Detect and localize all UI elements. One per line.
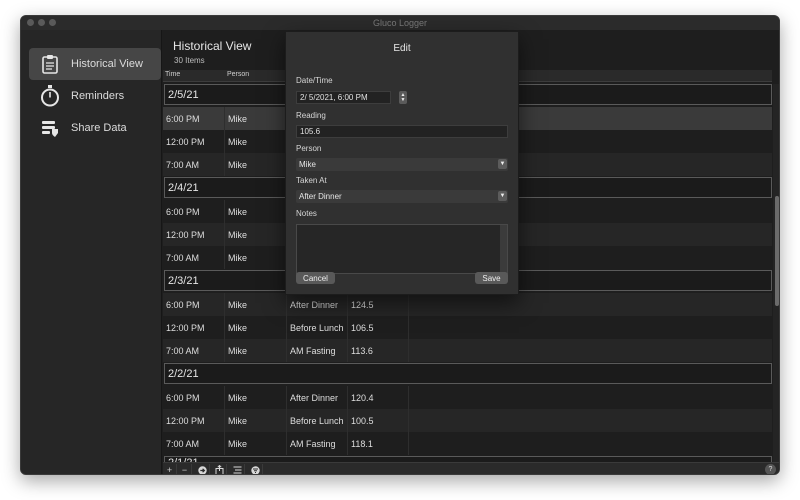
minimize-window-button[interactable] [38, 19, 45, 26]
table-row[interactable]: 7:00 AM Mike AM Fasting 118.1 [163, 432, 772, 455]
reading-label: Reading [296, 111, 326, 120]
window-controls [27, 19, 56, 26]
taken-cell: AM Fasting [287, 432, 348, 455]
person-select[interactable]: Mike ▼ [296, 158, 508, 171]
notes-scrollbar[interactable] [500, 225, 507, 273]
table-row[interactable]: 12:00 PM Mike Before Lunch 100.5 [163, 409, 772, 432]
time-cell: 6:00 PM [163, 293, 225, 316]
column-header-person[interactable]: Person [227, 71, 249, 78]
table-row[interactable]: 12:00 PM Mike Before Lunch 106.5 [163, 316, 772, 339]
time-cell: 6:00 PM [163, 200, 225, 223]
list-icon[interactable] [231, 464, 245, 474]
person-label: Person [296, 144, 322, 153]
save-button[interactable]: Save [475, 272, 508, 284]
datetime-stepper[interactable]: ▲ ▼ [399, 91, 407, 104]
person-select-value: Mike [299, 160, 316, 169]
reading-cell: 113.6 [348, 339, 409, 362]
person-cell: Mike [225, 200, 287, 223]
column-header-time[interactable]: Time [165, 71, 180, 78]
time-cell: 12:00 PM [163, 223, 225, 246]
edit-sheet: Edit Date/Time 2/ 5/2021, 6:00 PM ▲ ▼ Re… [285, 31, 519, 295]
share-data-icon [35, 113, 65, 143]
page-title: Historical View [173, 39, 252, 53]
scrollbar-thumb[interactable] [775, 196, 779, 306]
time-cell: 7:00 AM [163, 432, 225, 455]
app-window: Gluco Logger Historical View Reminders S… [20, 15, 780, 475]
person-cell: Mike [225, 339, 287, 362]
person-cell: Mike [225, 130, 287, 153]
chevron-down-icon: ▼ [498, 191, 507, 201]
bottom-toolbar: + − ? [163, 462, 779, 474]
stepper-down-icon[interactable]: ▼ [401, 97, 406, 103]
person-cell: Mike [225, 386, 287, 409]
sidebar-item-label: Historical View [71, 58, 143, 70]
time-cell: 12:00 PM [163, 316, 225, 339]
time-cell: 7:00 AM [163, 246, 225, 269]
reading-cell: 118.1 [348, 432, 409, 455]
time-cell: 12:00 PM [163, 130, 225, 153]
person-cell: Mike [225, 223, 287, 246]
close-window-button[interactable] [27, 19, 34, 26]
taken-cell: Before Lunch [287, 409, 348, 432]
datetime-field[interactable]: 2/ 5/2021, 6:00 PM [296, 91, 391, 104]
taken-at-select[interactable]: After Dinner ▼ [296, 190, 508, 203]
filter-icon[interactable] [249, 464, 263, 474]
add-button[interactable]: + [163, 464, 177, 474]
sidebar-item-reminders[interactable]: Reminders [29, 80, 161, 112]
person-cell: Mike [225, 107, 287, 130]
time-cell: 7:00 AM [163, 153, 225, 176]
taken-cell: After Dinner [287, 386, 348, 409]
person-cell: Mike [225, 316, 287, 339]
table-scrollbar[interactable] [773, 84, 779, 474]
time-cell: 6:00 PM [163, 386, 225, 409]
taken-cell: Before Lunch [287, 316, 348, 339]
title-bar: Gluco Logger [21, 16, 779, 30]
time-cell: 6:00 PM [163, 107, 225, 130]
notes-textarea[interactable] [296, 224, 508, 274]
table-row[interactable]: 7:00 AM Mike AM Fasting 113.6 [163, 339, 772, 362]
window-title: Gluco Logger [372, 18, 428, 28]
sidebar: Historical View Reminders Share Data [21, 30, 162, 474]
share-icon[interactable] [213, 464, 227, 474]
person-cell: Mike [225, 409, 287, 432]
arrow-right-circle-icon[interactable] [196, 464, 210, 474]
reading-cell: 100.5 [348, 409, 409, 432]
cancel-button[interactable]: Cancel [296, 272, 335, 284]
date-group-header: 2/2/21 [164, 363, 772, 384]
reading-cell: 106.5 [348, 316, 409, 339]
item-count: 30 Items [174, 56, 205, 65]
sidebar-item-historical-view[interactable]: Historical View [29, 48, 161, 80]
help-button[interactable]: ? [765, 464, 776, 474]
remove-button[interactable]: − [178, 464, 192, 474]
zoom-window-button[interactable] [49, 19, 56, 26]
taken-cell: AM Fasting [287, 339, 348, 362]
edit-sheet-title: Edit [393, 43, 411, 54]
clipboard-icon [35, 49, 65, 79]
person-cell: Mike [225, 293, 287, 316]
sidebar-item-label: Share Data [71, 122, 127, 134]
taken-cell: After Dinner [287, 293, 348, 316]
taken-at-label: Taken At [296, 176, 327, 185]
datetime-label: Date/Time [296, 76, 333, 85]
notes-label: Notes [296, 209, 317, 218]
reading-cell: 124.5 [348, 293, 409, 316]
person-cell: Mike [225, 153, 287, 176]
time-cell: 7:00 AM [163, 339, 225, 362]
table-row[interactable]: 6:00 PM Mike After Dinner 124.5 [163, 293, 772, 316]
chevron-down-icon: ▼ [498, 159, 507, 169]
person-cell: Mike [225, 432, 287, 455]
taken-at-select-value: After Dinner [299, 192, 342, 201]
time-cell: 12:00 PM [163, 409, 225, 432]
reading-cell: 120.4 [348, 386, 409, 409]
stopwatch-icon [35, 81, 65, 111]
sidebar-item-share-data[interactable]: Share Data [29, 112, 161, 144]
table-row[interactable]: 6:00 PM Mike After Dinner 120.4 [163, 386, 772, 409]
person-cell: Mike [225, 246, 287, 269]
reading-field[interactable]: 105.6 [296, 125, 508, 138]
sidebar-item-label: Reminders [71, 90, 125, 102]
